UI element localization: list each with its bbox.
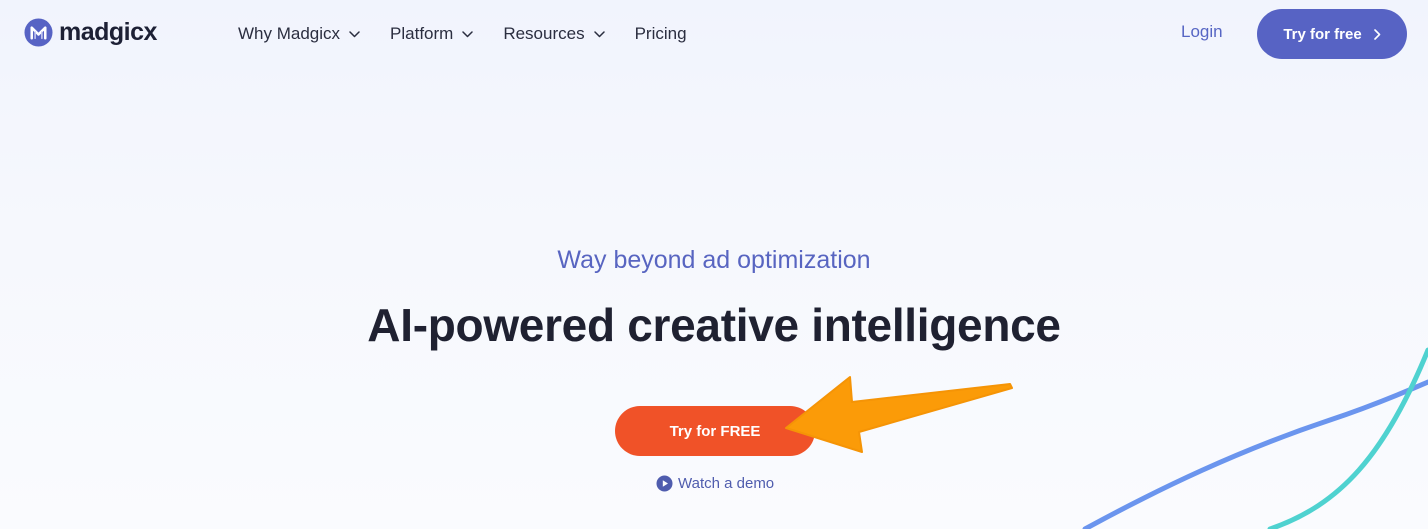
login-link[interactable]: Login <box>1181 22 1223 42</box>
nav-item-why-madgicx[interactable]: Why Madgicx <box>238 22 360 46</box>
chevron-right-icon <box>1373 28 1380 40</box>
nav-item-platform[interactable]: Platform <box>390 22 474 46</box>
teal-curve <box>1267 347 1428 529</box>
try-for-free-button[interactable]: Try for free <box>1257 9 1407 59</box>
chevron-down-icon <box>349 30 360 37</box>
hero-headline: AI-powered creative intelligence <box>367 299 1061 351</box>
nav-item-label: Pricing <box>634 24 687 43</box>
chevron-down-icon <box>462 30 474 37</box>
nav-item-resources[interactable]: Resources <box>503 22 605 46</box>
try-for-free-cta-button[interactable]: Try for FREE <box>615 406 815 456</box>
brand-logo[interactable]: madgicx <box>24 17 157 47</box>
main-nav: Why Madgicx Platform Resources Pricing <box>238 22 687 46</box>
play-circle-icon <box>656 475 673 492</box>
watch-demo-label: Watch a demo <box>678 475 775 492</box>
hero-subtitle: Way beyond ad optimization <box>557 246 871 274</box>
nav-item-label: Resources <box>503 24 585 43</box>
nav-item-pricing[interactable]: Pricing <box>635 22 687 46</box>
nav-item-label: Platform <box>390 24 454 43</box>
blue-curve <box>1082 379 1428 529</box>
try-for-free-label: Try for free <box>1283 25 1362 43</box>
watch-demo-link[interactable]: Watch a demo <box>656 475 774 492</box>
nav-item-label: Why Madgicx <box>238 24 341 43</box>
brand-name: madgicx <box>59 17 157 46</box>
chevron-down-icon <box>593 30 605 37</box>
madgicx-logo-icon <box>24 17 53 47</box>
top-navbar: madgicx Why Madgicx Platform Resources P… <box>0 0 1428 68</box>
